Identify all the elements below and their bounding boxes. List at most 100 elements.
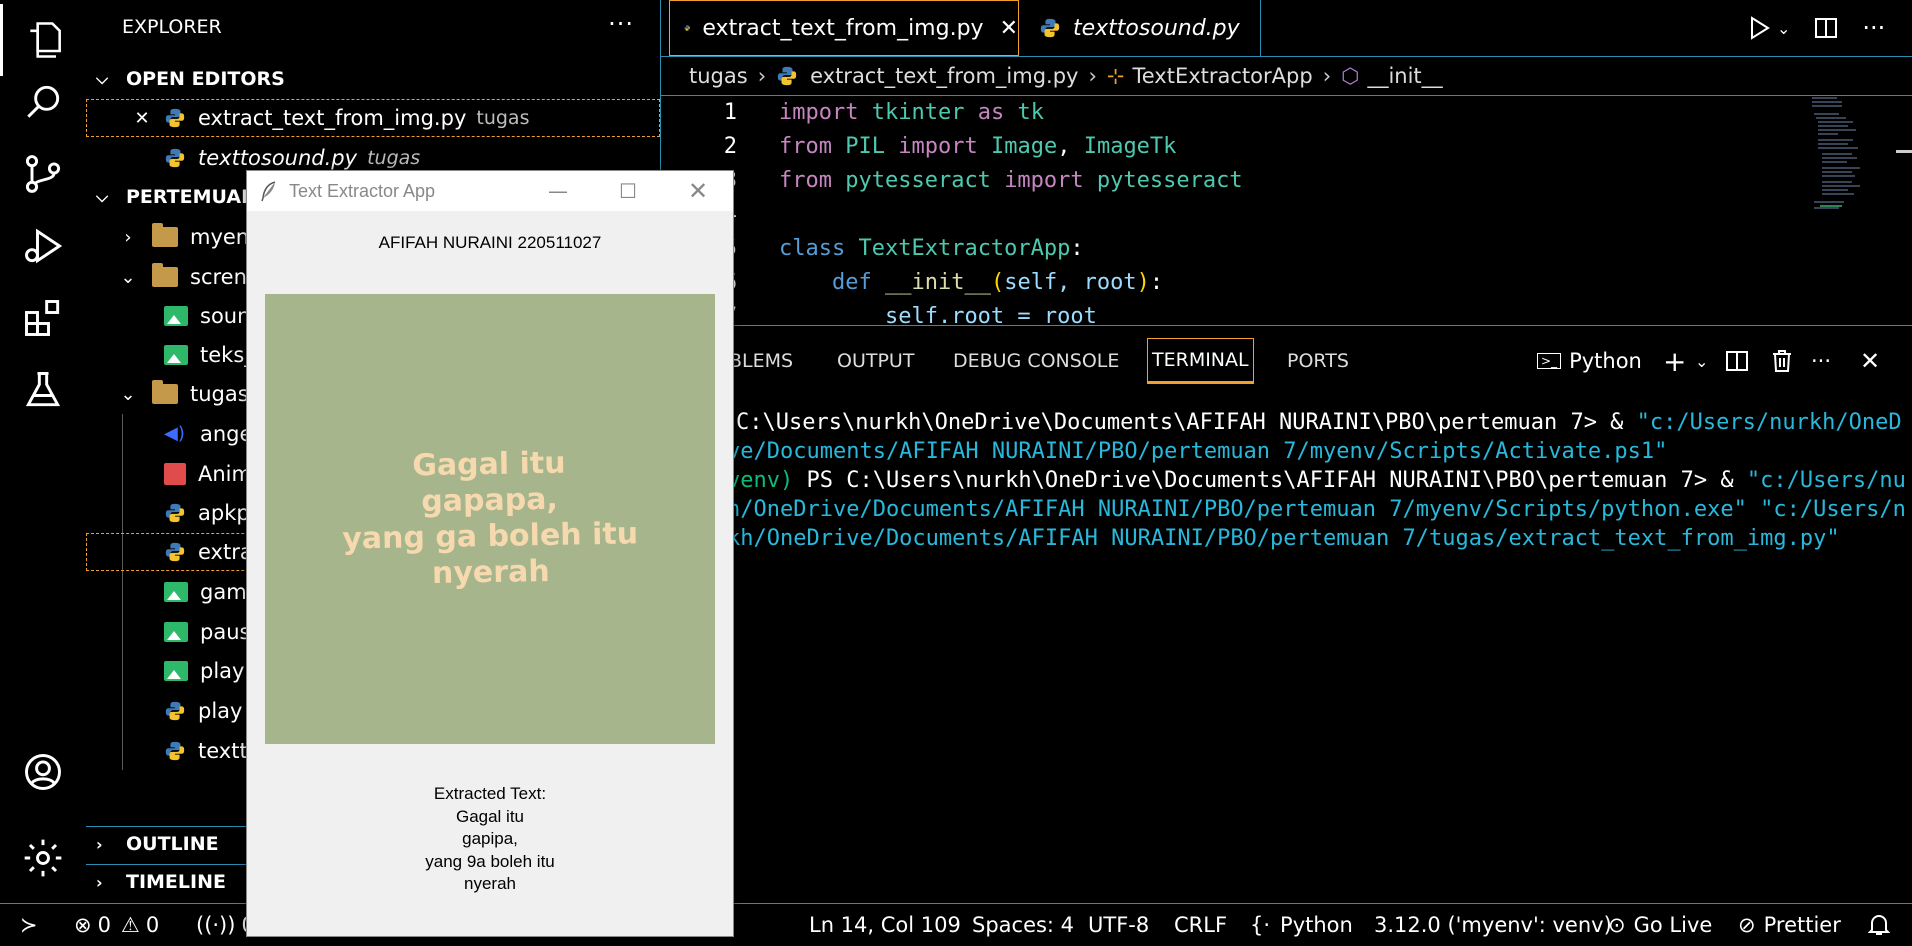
- extracted-line: nyerah: [464, 874, 516, 893]
- search-icon[interactable]: [0, 66, 86, 138]
- image-file-icon: [164, 306, 188, 326]
- breadcrumb-file[interactable]: extract_text_from_img.py: [810, 64, 1078, 88]
- tab-output[interactable]: OUTPUT: [833, 338, 918, 384]
- tab-problems[interactable]: BLEMS: [725, 338, 797, 384]
- terminal-venv: venv): [727, 468, 794, 493]
- split-terminal-icon[interactable]: [1725, 342, 1749, 380]
- tab-debug-console[interactable]: DEBUG CONSOLE: [949, 338, 1123, 384]
- run-debug-icon[interactable]: [0, 210, 86, 282]
- prettier-icon: ⊘: [1738, 913, 1756, 937]
- chevron-down-icon[interactable]: ⌄: [1777, 19, 1790, 38]
- tree-item-label: ange: [200, 422, 253, 446]
- terminal-line: C:\Users\nurkh\OneDrive\Documents\AFIFAH…: [736, 408, 1902, 437]
- editor-actions: ⌄ ···: [1749, 10, 1885, 46]
- extracted-line: gapipa,: [462, 829, 518, 848]
- source-control-icon[interactable]: [0, 138, 86, 210]
- image-file-icon: [164, 622, 188, 642]
- code-token: :: [1070, 236, 1084, 261]
- line-ending[interactable]: CRLF: [1174, 904, 1227, 946]
- tab-extract-text-from-img[interactable]: extract_text_from_img.py ✕: [669, 0, 1019, 56]
- outline-label: OUTLINE: [126, 833, 219, 855]
- feather-icon: [261, 181, 276, 202]
- gear-icon[interactable]: [0, 822, 86, 894]
- breadcrumb-class[interactable]: TextExtractorApp: [1132, 64, 1312, 88]
- code-token: as: [977, 100, 1005, 125]
- open-editors-section[interactable]: ⌵ OPEN EDITORS: [86, 62, 660, 96]
- account-icon[interactable]: [0, 736, 86, 808]
- prettier-button[interactable]: ⊘ Prettier: [1738, 904, 1841, 946]
- line-number: 1: [723, 100, 737, 125]
- remote-indicator[interactable]: ≻: [20, 904, 38, 946]
- more-actions-icon[interactable]: ···: [1862, 14, 1885, 42]
- folder-open-icon: [152, 263, 178, 287]
- maximize-icon[interactable]: ☐: [593, 171, 663, 211]
- python-file-icon: [165, 701, 185, 721]
- chevron-down-icon[interactable]: ⌄: [1695, 342, 1708, 380]
- encoding[interactable]: UTF-8: [1088, 904, 1149, 946]
- minimize-icon[interactable]: —: [523, 171, 593, 211]
- activity-bar: [0, 0, 87, 903]
- problems-indicator[interactable]: ⊗ 0 ⚠ 0: [74, 904, 159, 946]
- editor-tabs: extract_text_from_img.py ✕ texttosound.p…: [661, 0, 1912, 57]
- audio-file-icon: ◀): [164, 423, 185, 444]
- code-token: PIL: [845, 134, 885, 159]
- go-live-button[interactable]: ⊙ Go Live: [1608, 904, 1712, 946]
- run-icon[interactable]: [1749, 16, 1771, 40]
- folder-open-icon: [152, 380, 178, 404]
- tab-label: extract_text_from_img.py: [702, 15, 984, 41]
- code-token: import: [898, 134, 978, 159]
- more-actions-icon[interactable]: ···: [608, 10, 634, 38]
- python-file-icon: [165, 741, 185, 761]
- terminal-shell-selector[interactable]: >_ Python: [1537, 342, 1642, 380]
- error-icon: ⊗: [74, 913, 92, 937]
- scrollbar-thumb[interactable]: [1896, 150, 1912, 153]
- tab-terminal[interactable]: TERMINAL: [1147, 338, 1254, 384]
- close-panel-icon[interactable]: ✕: [1860, 342, 1880, 380]
- code-line: 3from pytesseract import pytesseract: [661, 164, 1243, 198]
- minimap[interactable]: [1810, 96, 1880, 226]
- code-line: 6 def __init__(self, root):: [661, 266, 1163, 300]
- code-token: self.root = root: [884, 304, 1097, 324]
- chevron-right-icon: ›: [96, 834, 103, 854]
- tree-item-label: gam: [200, 580, 247, 604]
- python-interpreter[interactable]: 3.12.0 ('myenv': venv): [1374, 904, 1612, 946]
- remote-icon: ≻: [20, 913, 38, 937]
- method-symbol-icon: ⬡: [1341, 64, 1360, 88]
- line-number: 2: [723, 134, 737, 159]
- source-image: Gagal itu gapapa, yang ga boleh itu nyer…: [265, 294, 715, 744]
- language-mode[interactable]: {· Python: [1250, 904, 1353, 946]
- extensions-icon[interactable]: [0, 282, 86, 354]
- breadcrumb-folder[interactable]: tugas: [689, 64, 748, 88]
- open-editor-item[interactable]: ✕ extract_text_from_img.py tugas: [86, 99, 660, 137]
- more-actions-icon[interactable]: ···: [1811, 342, 1831, 380]
- tab-texttosound[interactable]: texttosound.py: [1025, 0, 1261, 56]
- warning-count: 0: [145, 913, 160, 937]
- tree-item-label: apkp: [198, 501, 250, 525]
- extracted-line: Gagal itu: [455, 806, 525, 826]
- split-editor-icon[interactable]: [1814, 16, 1838, 40]
- breadcrumb-method[interactable]: __init__: [1367, 64, 1442, 88]
- tree-item-label: tugas: [190, 382, 249, 406]
- workspace-label: PERTEMUAN: [126, 186, 257, 208]
- terminal-line: kh/OneDrive/Documents/AFIFAH NURAINI/PBO…: [727, 526, 1840, 551]
- add-terminal-icon[interactable]: +: [1663, 342, 1686, 380]
- go-live-label: Go Live: [1633, 913, 1713, 937]
- notifications-icon[interactable]: [1868, 904, 1890, 946]
- terminal-icon: >_: [1537, 353, 1562, 369]
- timeline-label: TIMELINE: [126, 871, 226, 893]
- quote-line: gapapa,: [421, 481, 559, 520]
- image-quote-text: Gagal itu gapapa, yang ga boleh itu nyer…: [341, 444, 639, 593]
- close-icon[interactable]: ✕: [663, 171, 733, 211]
- code-editor[interactable]: 1 import tkinter as tk 2 from PIL import I…: [661, 96, 1912, 324]
- cursor-position[interactable]: Ln 14, Col 109: [809, 904, 961, 946]
- close-icon[interactable]: ✕: [1000, 16, 1018, 41]
- python-file-icon: [684, 25, 690, 31]
- close-icon[interactable]: ✕: [132, 108, 152, 129]
- window-titlebar[interactable]: Text Extractor App — ☐ ✕: [247, 171, 733, 211]
- testing-icon[interactable]: [0, 354, 86, 426]
- trash-icon[interactable]: [1771, 342, 1793, 380]
- indentation[interactable]: Spaces: 4: [972, 904, 1074, 946]
- chevron-down-icon: ⌵: [96, 187, 109, 206]
- tab-ports[interactable]: PORTS: [1283, 338, 1353, 384]
- quote-line: Gagal itu: [412, 445, 566, 484]
